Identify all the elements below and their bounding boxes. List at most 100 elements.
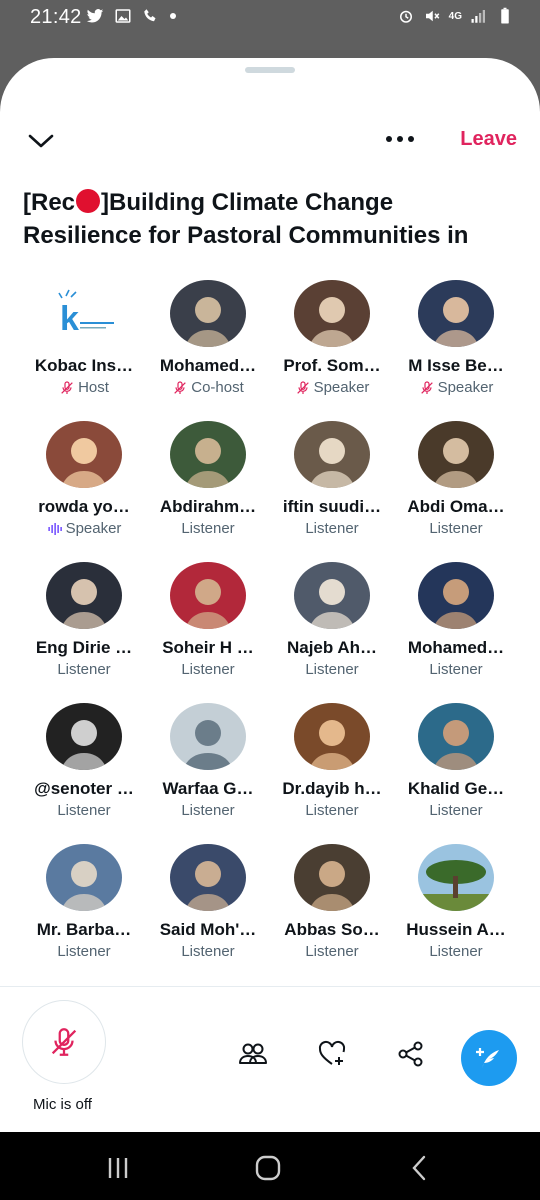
avatar[interactable]	[418, 562, 494, 629]
avatar[interactable]	[170, 280, 246, 347]
participant-card[interactable]: Prof. Som… Speaker	[270, 280, 394, 396]
participant-card[interactable]: Dr.dayib h… Listener	[270, 703, 394, 819]
participant-role: Listener	[181, 520, 234, 537]
reaction-heart-icon[interactable]	[317, 1039, 347, 1069]
participant-card[interactable]: Khalid Ge… Listener	[394, 703, 518, 819]
signal-icon	[470, 7, 488, 25]
participant-role-label: Co-host	[191, 379, 244, 396]
participant-role-label: Listener	[305, 943, 359, 960]
avatar[interactable]: k	[46, 280, 122, 347]
participant-card[interactable]: Najeb Ah… Listener	[270, 562, 394, 678]
mic-off-icon	[51, 1028, 77, 1056]
participant-name: Prof. Som…	[283, 356, 381, 375]
participant-role-label: Listener	[57, 943, 111, 960]
recent-apps-icon[interactable]	[104, 1154, 132, 1182]
chevron-down-icon[interactable]	[26, 126, 56, 156]
participant-role: Listener	[305, 520, 358, 537]
participant-name: Najeb Ah…	[286, 638, 378, 657]
twitter-icon	[86, 7, 104, 25]
avatar[interactable]	[46, 562, 122, 629]
participant-name: M Isse Be…	[408, 356, 504, 375]
participant-name: Mr. Barba…	[36, 920, 132, 939]
participant-role-label: Listener	[181, 661, 235, 678]
participant-role-label: Listener	[429, 661, 483, 678]
mic-off-icon	[296, 380, 309, 394]
participant-role: Host	[59, 379, 109, 396]
participant-card[interactable]: Mr. Barba… Listener	[22, 844, 146, 960]
avatar[interactable]	[294, 280, 370, 347]
participant-role: Listener	[305, 943, 358, 960]
back-icon[interactable]	[406, 1154, 434, 1182]
participant-role: Listener	[429, 520, 482, 537]
people-icon[interactable]	[238, 1039, 268, 1069]
participant-name: Said Moh'…	[159, 920, 257, 939]
participant-role-label: Listener	[181, 520, 235, 537]
participant-card[interactable]: Hussein A… Listener	[394, 844, 518, 960]
participant-card[interactable]: Said Moh'… Listener	[146, 844, 270, 960]
participant-card[interactable]: Abdi Oma… Listener	[394, 421, 518, 537]
avatar[interactable]	[170, 562, 246, 629]
avatar[interactable]	[418, 421, 494, 488]
avatar[interactable]	[294, 844, 370, 911]
avatar[interactable]	[46, 703, 122, 770]
home-icon[interactable]	[254, 1154, 282, 1182]
participant-name: Khalid Ge…	[407, 779, 505, 798]
avatar[interactable]	[294, 421, 370, 488]
avatar[interactable]	[418, 844, 494, 911]
avatar[interactable]	[46, 421, 122, 488]
participant-card[interactable]: Mohamed… Co-host	[146, 280, 270, 396]
compose-tweet-button[interactable]	[461, 1030, 517, 1086]
participant-name: Mohamed…	[159, 356, 257, 375]
participant-card[interactable]: k Kobac Ins… Host	[22, 280, 146, 396]
participant-card[interactable]: Abbas So… Listener	[270, 844, 394, 960]
participant-name: Abdi Oma…	[407, 497, 505, 516]
notification-dot	[170, 13, 176, 19]
participant-role-label: Listener	[57, 802, 111, 819]
avatar[interactable]	[170, 421, 246, 488]
participant-card[interactable]: rowda yo… Speaker	[22, 421, 146, 537]
participant-role: Listener	[429, 802, 482, 819]
participant-card[interactable]: Abdirahm… Listener	[146, 421, 270, 537]
drag-handle[interactable]	[245, 67, 295, 73]
space-topbar: Leave	[0, 124, 540, 164]
participant-card[interactable]: Warfaa G… Listener	[146, 703, 270, 819]
participant-name: Kobac Ins…	[34, 356, 134, 375]
space-sheet: Leave [Rec]Building Climate Change Resil…	[0, 58, 540, 1132]
participant-card[interactable]: iftin suudi… Listener	[270, 421, 394, 537]
participant-card[interactable]: Soheir H … Listener	[146, 562, 270, 678]
participant-card[interactable]: Eng Dirie … Listener	[22, 562, 146, 678]
share-icon[interactable]	[396, 1039, 426, 1069]
avatar[interactable]	[170, 703, 246, 770]
mic-status-label: Mic is off	[33, 1096, 92, 1113]
avatar[interactable]	[418, 703, 494, 770]
battery-icon	[496, 7, 514, 25]
participant-card[interactable]: Mohamed… Listener	[394, 562, 518, 678]
avatar[interactable]	[46, 844, 122, 911]
participant-role: Listener	[181, 943, 234, 960]
participant-name: Warfaa G…	[162, 779, 254, 798]
bottom-controls: Mic is off	[0, 987, 540, 1132]
avatar[interactable]	[170, 844, 246, 911]
participant-role: Listener	[181, 802, 234, 819]
participant-role-label: Listener	[429, 520, 483, 537]
image-icon	[114, 7, 132, 25]
more-options-icon[interactable]	[386, 136, 414, 142]
participant-card[interactable]: @senoter … Listener	[22, 703, 146, 819]
recording-dot-icon	[76, 189, 101, 213]
participant-role: Listener	[429, 943, 482, 960]
system-nav-bar	[0, 1132, 540, 1200]
participant-role-label: Listener	[429, 802, 483, 819]
participant-name: rowda yo…	[38, 497, 130, 516]
participant-role-label: Listener	[305, 520, 359, 537]
avatar[interactable]	[418, 280, 494, 347]
leave-button[interactable]: Leave	[460, 128, 517, 151]
participant-role-label: Host	[78, 379, 109, 396]
avatar[interactable]	[294, 562, 370, 629]
participant-role-label: Listener	[305, 661, 359, 678]
space-title: [Rec]Building Climate Change Resilience …	[23, 186, 503, 252]
mic-toggle-button[interactable]	[22, 1000, 106, 1084]
avatar[interactable]	[294, 703, 370, 770]
participant-role: Listener	[181, 661, 234, 678]
participant-card[interactable]: M Isse Be… Speaker	[394, 280, 518, 396]
participant-role: Listener	[57, 943, 110, 960]
